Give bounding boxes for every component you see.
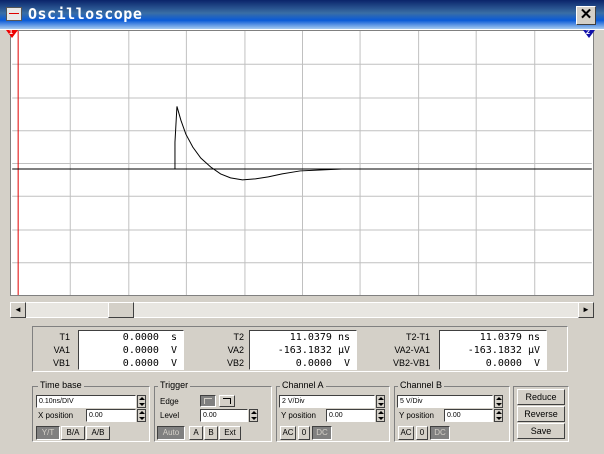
mode-yt-button[interactable]: Y/T <box>36 426 60 440</box>
horizontal-scrollbar[interactable] <box>10 302 594 318</box>
arrow-right-icon: ► <box>582 305 590 314</box>
value-va1: 0.0000 V <box>116 345 177 356</box>
xposition-field[interactable]: 0.00 <box>86 409 136 422</box>
timebase-label: Time base <box>38 380 84 390</box>
channel-a-ypos-field[interactable]: 0.00 <box>326 409 375 422</box>
label-t2-t1: T2-T1 <box>405 332 430 342</box>
channel-a-scale-field[interactable]: 2 V/Div <box>279 395 375 408</box>
mode-ba-button[interactable]: B/A <box>61 426 85 440</box>
timebase-spinner[interactable] <box>137 395 146 408</box>
channel-b-ypos-field[interactable]: 0.00 <box>444 409 493 422</box>
scrollbar-thumb[interactable] <box>108 302 134 318</box>
edge-label: Edge <box>160 397 179 406</box>
value-va2: -163.1832 µV <box>277 345 350 356</box>
cursor-t2-label: 2 <box>586 29 590 36</box>
value-t2-t1: 11.0379 ns <box>479 332 540 343</box>
label-vb2-vb1: VB2-VB1 <box>392 358 430 368</box>
channel-a-dc-button[interactable]: DC <box>312 426 332 440</box>
oscilloscope-icon <box>6 7 22 21</box>
channel-b-dc-button[interactable]: DC <box>430 426 450 440</box>
label-t1: T1 <box>59 332 70 342</box>
screen-grid <box>12 31 592 295</box>
readout-box-t2: 11.0379 ns -163.1832 µV 0.0000 V <box>249 330 357 370</box>
channel-b-scale-spinner[interactable] <box>494 395 503 408</box>
channel-b-ypos-spinner[interactable] <box>494 409 503 422</box>
value-t1: 0.0000 s <box>116 332 177 343</box>
cursor-t1-label: 1 <box>9 29 13 36</box>
channel-a-scale-spinner[interactable] <box>376 395 385 408</box>
scroll-right-button[interactable]: ► <box>578 302 594 318</box>
value-vb1: 0.0000 V <box>116 358 177 369</box>
label-vb2: VB2 <box>226 358 244 368</box>
timebase-field[interactable]: 0.10ns/DIV <box>36 395 136 408</box>
channel-a-ypos-spinner[interactable] <box>376 409 385 422</box>
trigger-ext-button[interactable]: Ext <box>219 426 241 440</box>
value-va2-va1: -163.1832 µV <box>467 345 540 356</box>
xposition-spinner[interactable] <box>137 409 146 422</box>
trigger-label: Trigger <box>158 380 191 390</box>
mode-ab-button[interactable]: A/B <box>86 426 110 440</box>
edge-falling-button[interactable] <box>219 395 235 407</box>
close-icon: ✕ <box>579 6 593 23</box>
label-va2-va1: VA2-VA1 <box>394 345 430 355</box>
trigger-auto-button[interactable]: Auto <box>157 426 185 440</box>
close-button[interactable]: ✕ <box>576 6 596 25</box>
channel-a-zero-button[interactable]: 0 <box>298 426 310 440</box>
label-vb1: VB1 <box>52 358 70 368</box>
value-vb2-vb1: 0.0000 V <box>479 358 540 369</box>
level-label: Level <box>160 411 180 420</box>
channel-a-label: Channel A <box>280 380 326 390</box>
channel-b-ac-button[interactable]: AC <box>398 426 414 440</box>
channel-b-zero-button[interactable]: 0 <box>416 426 428 440</box>
reduce-button[interactable]: Reduce <box>517 389 565 405</box>
label-va2: VA2 <box>227 345 244 355</box>
level-field[interactable]: 0.00 <box>200 409 248 422</box>
channel-b-ypos-label: Y position <box>399 411 434 420</box>
xposition-label: X position <box>38 411 74 420</box>
scroll-left-button[interactable]: ◄ <box>10 302 26 318</box>
channel-b-label: Channel B <box>398 380 445 390</box>
oscilloscope-screen <box>10 30 594 296</box>
value-vb2: 0.0000 V <box>289 358 350 369</box>
window-title: Oscilloscope <box>28 5 143 23</box>
channel-b-scale-field[interactable]: 5 V/Div <box>397 395 493 408</box>
save-button[interactable]: Save <box>517 423 565 439</box>
channel-a-ac-button[interactable]: AC <box>280 426 296 440</box>
readout-box-diff: 11.0379 ns -163.1832 µV 0.0000 V <box>439 330 547 370</box>
rising-edge-icon <box>204 398 212 404</box>
falling-edge-icon <box>223 398 231 404</box>
channel-a-ypos-label: Y position <box>281 411 316 420</box>
level-spinner[interactable] <box>249 409 258 422</box>
label-t2: T2 <box>233 332 244 342</box>
trigger-b-button[interactable]: B <box>204 426 218 440</box>
trigger-a-button[interactable]: A <box>189 426 203 440</box>
arrow-left-icon: ◄ <box>14 305 22 314</box>
value-t2: 11.0379 ns <box>289 332 350 343</box>
edge-rising-button[interactable] <box>200 395 216 407</box>
readout-box-t1: 0.0000 s 0.0000 V 0.0000 V <box>78 330 184 370</box>
label-va1: VA1 <box>53 345 70 355</box>
reverse-button[interactable]: Reverse <box>517 406 565 422</box>
